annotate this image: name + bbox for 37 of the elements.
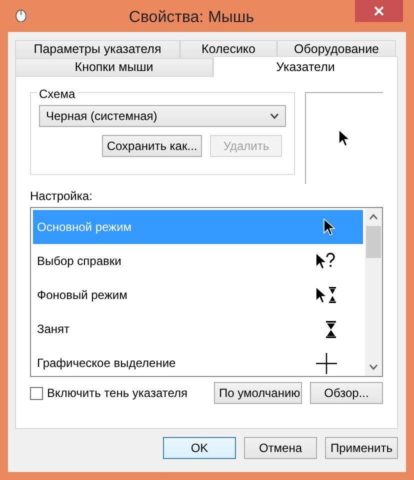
window-title: Свойства: Мышь [128,8,256,28]
tab[interactable]: Кнопки мыши [15,58,213,76]
scroll-thumb[interactable] [366,226,381,258]
ok-button[interactable]: OK [163,437,236,459]
crosshair-icon [316,352,337,374]
tab[interactable]: Указатели [213,56,398,77]
cursor-name: Фоновый режим [37,287,128,304]
cursor-name: Занят [37,321,71,338]
hourglass-icon [325,320,337,338]
default-button[interactable]: По умолчанию [214,382,302,404]
mouse-icon [14,8,28,22]
tab[interactable]: Колесико [180,40,277,58]
shadow-checkbox[interactable] [30,386,43,400]
apply-button[interactable]: Применить [325,437,398,459]
scrollbar[interactable] [365,208,382,376]
cursor-name: Выбор справки [37,253,122,270]
cursor-list-item[interactable]: Занят [33,312,363,346]
browse-button[interactable]: Обзор... [310,382,383,404]
close-button[interactable] [355,0,403,22]
scheme-dropdown[interactable]: Черная (системная) [39,105,286,127]
tab[interactable]: Параметры указателя [15,40,180,58]
cursor-list-item[interactable]: Выбор справки [33,244,363,278]
cancel-button[interactable]: Отмена [244,437,317,459]
help-cursor-icon [315,252,337,270]
hourglass-cursor-icon [315,286,337,304]
shadow-label: Включить тень указателя [47,385,188,402]
customize-label: Настройка: [30,188,94,205]
cursor-list-item[interactable]: Графическое выделение [33,346,363,380]
chevron-down-icon [369,364,378,370]
cursor-name: Графическое выделение [37,355,177,372]
save-as-button[interactable]: Сохранить как... [102,135,202,157]
chevron-down-icon [270,113,280,119]
cursor-list-item[interactable]: Фоновый режим [33,278,363,312]
close-icon [374,6,384,16]
chevron-up-icon [369,214,378,220]
arrow-cursor-icon [323,218,337,236]
cursor-name: Основной режим [37,219,133,236]
